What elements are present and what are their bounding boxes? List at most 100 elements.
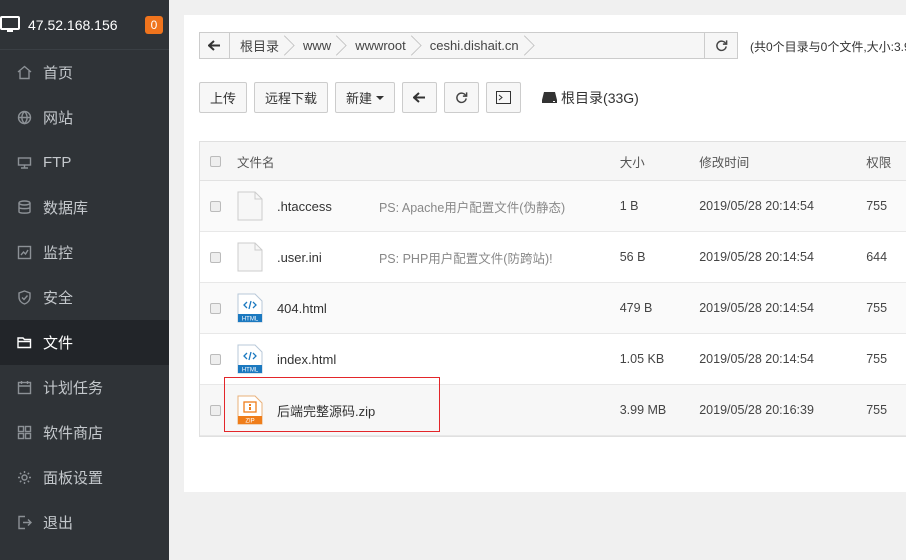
sidebar-item-label: 监控	[43, 245, 74, 262]
file-modified: 2019/05/28 20:14:54	[699, 352, 814, 366]
crumb-www[interactable]: www	[293, 33, 345, 58]
file-perm[interactable]: 755	[866, 403, 906, 417]
file-modified: 2019/05/28 20:14:54	[699, 250, 814, 264]
logout-icon	[16, 515, 32, 531]
file-size: 1.05 KB	[619, 352, 665, 366]
file-size: 479 B	[619, 301, 653, 315]
message-badge[interactable]: 0	[145, 15, 163, 34]
sidebar-item-globe[interactable]: 网站	[0, 95, 169, 140]
file-size: 56 B	[619, 250, 646, 264]
sidebar-item-label: 数据库	[43, 200, 89, 217]
ftp-icon	[16, 155, 32, 171]
row-checkbox[interactable]	[210, 353, 221, 365]
shield-icon	[16, 290, 32, 306]
sidebar-item-database[interactable]: 数据库	[0, 185, 169, 230]
path-back-button[interactable]	[200, 33, 230, 58]
file-modified: 2019/05/28 20:16:39	[699, 403, 814, 417]
row-checkbox[interactable]	[210, 302, 221, 314]
svg-text:HTML: HTML	[242, 316, 259, 322]
row-checkbox[interactable]	[210, 251, 221, 263]
file-name[interactable]: 404.html	[277, 301, 357, 316]
row-checkbox[interactable]	[210, 404, 221, 416]
select-all-checkbox[interactable]	[210, 155, 221, 167]
file-name-cell: HTML 404.html	[237, 293, 620, 323]
arrow-left-icon	[413, 92, 426, 103]
file-name-cell: HTML index.html	[237, 344, 620, 374]
sidebar-item-shield[interactable]: 安全	[0, 275, 169, 320]
sidebar: 47.52.168.156 0 首页网站 FTP 数据库监控安全文件计划任务 软件商店…	[0, 0, 169, 560]
sidebar-item-label: 安全	[43, 290, 74, 307]
file-modified: 2019/05/28 20:14:54	[699, 199, 814, 213]
calendar-icon	[16, 380, 32, 396]
sidebar-item-label: 首页	[43, 65, 74, 82]
database-icon	[16, 200, 32, 216]
disk-label: 根目录(33G)	[561, 89, 639, 106]
file-icon	[237, 191, 263, 221]
path-refresh-button[interactable]	[705, 32, 738, 59]
sidebar-item-apps[interactable]: 软件商店	[0, 410, 169, 455]
table-row[interactable]: HTML 404.html 479 B 2019/05/28 20:14:54 755	[200, 283, 906, 334]
file-size: 3.99 MB	[619, 403, 667, 417]
new-dropdown-button[interactable]: 新建	[335, 82, 396, 113]
terminal-button[interactable]	[486, 82, 522, 113]
header-modified[interactable]: 修改时间	[699, 152, 866, 171]
sidebar-item-monitor-chart[interactable]: 监控	[0, 230, 169, 275]
file-perm[interactable]: 755	[866, 199, 906, 213]
monitor-icon	[0, 15, 20, 32]
sidebar-item-folder[interactable]: 文件	[0, 320, 169, 365]
back-button[interactable]	[402, 82, 438, 113]
sidebar-item-gear[interactable]: 面板设置	[0, 455, 169, 500]
header-perm: 权限	[866, 155, 892, 170]
table-row[interactable]: .htaccess PS: Apache用户配置文件(伪静态) 1 B 2019/05…	[200, 181, 906, 232]
crumb-root[interactable]: 根目录	[230, 33, 293, 58]
file-perm[interactable]: 755	[866, 301, 906, 315]
header-size[interactable]: 大小	[620, 152, 700, 171]
upload-button[interactable]: 上传	[199, 82, 248, 113]
refresh-icon	[456, 92, 468, 104]
file-toolbar: 上传 远程下载 新建 根目录(33G)	[199, 82, 639, 113]
monitor-chart-icon	[16, 245, 32, 261]
terminal-icon	[496, 91, 512, 104]
crumb-wwwroot[interactable]: wwwroot	[345, 33, 420, 58]
new-label: 新建	[346, 91, 373, 106]
sidebar-item-ftp[interactable]: FTP	[0, 140, 169, 185]
home-icon	[16, 65, 32, 81]
dir-summary: (共0个目录与0个文件,大小:3.99	[750, 40, 906, 54]
breadcrumb: 根目录 www wwwroot ceshi.dishait.cn	[199, 32, 705, 59]
caret-down-icon	[376, 95, 385, 100]
sidebar-item-calendar[interactable]: 计划任务	[0, 365, 169, 410]
header-name[interactable]: 文件名	[237, 152, 620, 171]
sidebar-item-label: 网站	[43, 110, 74, 127]
disk-root[interactable]: 根目录(33G)	[542, 88, 639, 108]
sidebar-item-logout[interactable]: 退出	[0, 500, 169, 545]
server-ip: 47.52.168.156	[28, 16, 118, 33]
crumb-site[interactable]: ceshi.dishait.cn	[420, 33, 533, 58]
refresh-button[interactable]	[444, 82, 480, 113]
remote-download-button[interactable]: 远程下载	[254, 82, 329, 113]
file-perm[interactable]: 644	[866, 250, 906, 264]
refresh-icon	[715, 40, 727, 52]
file-perm[interactable]: 755	[866, 352, 906, 366]
sidebar-item-label: 文件	[43, 335, 74, 352]
file-name-cell: .htaccess PS: Apache用户配置文件(伪静态)	[237, 191, 620, 221]
svg-text:HTML: HTML	[242, 367, 259, 373]
row-checkbox[interactable]	[210, 200, 221, 212]
selection-highlight	[224, 377, 440, 432]
html-file-icon: HTML	[237, 293, 263, 323]
file-name[interactable]: .user.ini	[277, 250, 357, 265]
sidebar-item-label: FTP	[43, 154, 72, 171]
html-file-icon: HTML	[237, 344, 263, 374]
file-name[interactable]: index.html	[277, 352, 357, 367]
sidebar-item-label: 面板设置	[43, 470, 104, 487]
main-content: 根目录 www wwwroot ceshi.dishait.cn (共0个目录与…	[169, 0, 906, 560]
file-size: 1 B	[619, 199, 639, 213]
file-note: PS: Apache用户配置文件(伪静态)	[378, 200, 566, 215]
apps-icon	[16, 425, 32, 441]
server-header: 47.52.168.156 0	[0, 0, 169, 50]
file-name[interactable]: .htaccess	[277, 199, 357, 214]
file-note: PS: PHP用户配置文件(防跨站)!	[378, 251, 553, 266]
sidebar-item-home[interactable]: 首页	[0, 50, 169, 95]
sidebar-item-label: 退出	[43, 515, 74, 532]
gear-icon	[16, 470, 32, 486]
table-row[interactable]: .user.ini PS: PHP用户配置文件(防跨站)! 56 B 2019/05/…	[200, 232, 906, 283]
